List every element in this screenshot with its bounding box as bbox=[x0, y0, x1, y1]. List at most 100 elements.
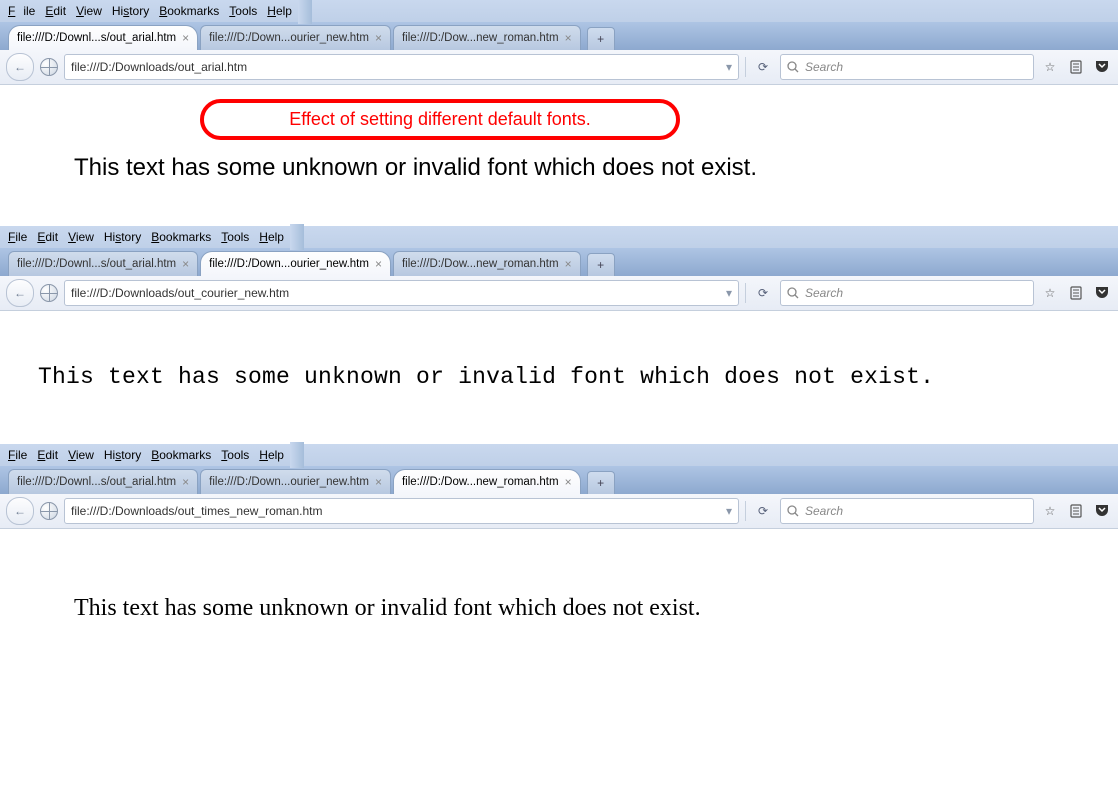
dropdown-icon[interactable]: ▾ bbox=[726, 60, 732, 74]
browser-window-times: File Edit View History Bookmarks Tools H… bbox=[0, 444, 1118, 792]
back-icon: ← bbox=[14, 286, 26, 300]
tab-courier[interactable]: file:///D:/Down...ourier_new.htm × bbox=[200, 469, 391, 494]
reload-button[interactable]: ⟳ bbox=[752, 56, 774, 78]
menu-bookmarks[interactable]: Bookmarks bbox=[147, 228, 215, 246]
close-icon[interactable]: × bbox=[565, 32, 572, 44]
browser-window-arial: File Edit View History Bookmarks Tools H… bbox=[0, 0, 1118, 226]
pocket-button[interactable] bbox=[1092, 283, 1112, 303]
close-icon[interactable]: × bbox=[182, 476, 189, 488]
menu-tools[interactable]: Tools bbox=[217, 228, 253, 246]
address-bar[interactable]: file:///D:/Downloads/out_times_new_roman… bbox=[64, 498, 739, 524]
tab-label: file:///D:/Downl...s/out_arial.htm bbox=[17, 32, 176, 44]
menu-history[interactable]: History bbox=[108, 2, 153, 20]
tab-label: file:///D:/Dow...new_roman.htm bbox=[402, 258, 559, 270]
back-icon: ← bbox=[14, 60, 26, 74]
menu-edge-shade bbox=[298, 0, 312, 24]
body-text-courier: This text has some unknown or invalid fo… bbox=[0, 364, 934, 390]
back-button[interactable]: ← bbox=[6, 497, 34, 525]
menu-history[interactable]: History bbox=[100, 446, 145, 464]
close-icon[interactable]: × bbox=[375, 32, 382, 44]
close-icon[interactable]: × bbox=[182, 32, 189, 44]
tab-label: file:///D:/Downl...s/out_arial.htm bbox=[17, 258, 176, 270]
reload-icon: ⟳ bbox=[758, 286, 768, 300]
clipboard-icon bbox=[1069, 504, 1083, 518]
reader-button[interactable] bbox=[1066, 501, 1086, 521]
reader-button[interactable] bbox=[1066, 57, 1086, 77]
tab-times[interactable]: file:///D:/Dow...new_roman.htm × bbox=[393, 25, 581, 50]
menu-history[interactable]: History bbox=[100, 228, 145, 246]
pocket-button[interactable] bbox=[1092, 501, 1112, 521]
site-identity-icon[interactable] bbox=[40, 58, 58, 76]
menu-bookmarks[interactable]: Bookmarks bbox=[147, 446, 215, 464]
tab-label: file:///D:/Down...ourier_new.htm bbox=[209, 476, 369, 488]
star-icon: ☆ bbox=[1045, 504, 1056, 518]
tab-times[interactable]: file:///D:/Dow...new_roman.htm × bbox=[393, 469, 581, 494]
close-icon[interactable]: × bbox=[375, 258, 382, 270]
menu-file[interactable]: File bbox=[4, 446, 31, 464]
bookmark-star-button[interactable]: ☆ bbox=[1040, 501, 1060, 521]
url-text: file:///D:/Downloads/out_courier_new.htm bbox=[71, 286, 289, 300]
tab-courier[interactable]: file:///D:/Down...ourier_new.htm × bbox=[200, 25, 391, 50]
back-button[interactable]: ← bbox=[6, 53, 34, 81]
menu-help[interactable]: Help bbox=[255, 228, 288, 246]
back-button[interactable]: ← bbox=[6, 279, 34, 307]
menu-file[interactable]: File bbox=[4, 228, 31, 246]
tab-label: file:///D:/Dow...new_roman.htm bbox=[402, 476, 559, 488]
search-placeholder: Search bbox=[805, 286, 843, 300]
callout-text: Effect of setting different default font… bbox=[289, 109, 591, 129]
plus-icon: + bbox=[597, 258, 604, 272]
search-box[interactable]: Search bbox=[780, 498, 1034, 524]
close-icon[interactable]: × bbox=[182, 258, 189, 270]
address-bar[interactable]: file:///D:/Downloads/out_arial.htm ▾ bbox=[64, 54, 739, 80]
star-icon: ☆ bbox=[1045, 286, 1056, 300]
close-icon[interactable]: × bbox=[565, 476, 572, 488]
tab-arial[interactable]: file:///D:/Downl...s/out_arial.htm × bbox=[8, 469, 198, 494]
bookmark-star-button[interactable]: ☆ bbox=[1040, 283, 1060, 303]
menu-view[interactable]: View bbox=[64, 228, 98, 246]
site-identity-icon[interactable] bbox=[40, 502, 58, 520]
reload-icon: ⟳ bbox=[758, 60, 768, 74]
menu-edit[interactable]: Edit bbox=[33, 446, 62, 464]
menu-file[interactable]: File bbox=[4, 2, 39, 20]
new-tab-button[interactable]: + bbox=[587, 471, 615, 494]
reload-button[interactable]: ⟳ bbox=[752, 500, 774, 522]
new-tab-button[interactable]: + bbox=[587, 27, 615, 50]
search-box[interactable]: Search bbox=[780, 280, 1034, 306]
search-placeholder: Search bbox=[805, 504, 843, 518]
pocket-button[interactable] bbox=[1092, 57, 1112, 77]
address-bar[interactable]: file:///D:/Downloads/out_courier_new.htm… bbox=[64, 280, 739, 306]
dropdown-icon[interactable]: ▾ bbox=[726, 504, 732, 518]
page-content-times: This text has some unknown or invalid fo… bbox=[0, 529, 1118, 791]
tab-label: file:///D:/Down...ourier_new.htm bbox=[209, 32, 369, 44]
tab-times[interactable]: file:///D:/Dow...new_roman.htm × bbox=[393, 251, 581, 276]
tab-courier[interactable]: file:///D:/Down...ourier_new.htm × bbox=[200, 251, 391, 276]
menu-view[interactable]: View bbox=[64, 446, 98, 464]
reload-button[interactable]: ⟳ bbox=[752, 282, 774, 304]
menu-help[interactable]: Help bbox=[263, 2, 296, 20]
menu-bar: File Edit View History Bookmarks Tools H… bbox=[0, 444, 1118, 466]
close-icon[interactable]: × bbox=[565, 258, 572, 270]
dropdown-icon[interactable]: ▾ bbox=[726, 286, 732, 300]
tab-strip: file:///D:/Downl...s/out_arial.htm × fil… bbox=[0, 22, 1118, 50]
menu-edge-shade bbox=[290, 442, 304, 468]
body-text-arial: This text has some unknown or invalid fo… bbox=[0, 154, 1118, 182]
menu-tools[interactable]: Tools bbox=[217, 446, 253, 464]
menu-bar: File Edit View History Bookmarks Tools H… bbox=[0, 226, 1118, 248]
menu-bookmarks[interactable]: Bookmarks bbox=[155, 2, 223, 20]
menu-view[interactable]: View bbox=[72, 2, 106, 20]
menu-help[interactable]: Help bbox=[255, 446, 288, 464]
close-icon[interactable]: × bbox=[375, 476, 382, 488]
plus-icon: + bbox=[597, 32, 604, 46]
tab-arial[interactable]: file:///D:/Downl...s/out_arial.htm × bbox=[8, 25, 198, 50]
menu-edit[interactable]: Edit bbox=[41, 2, 70, 20]
star-icon: ☆ bbox=[1045, 60, 1056, 74]
bookmark-star-button[interactable]: ☆ bbox=[1040, 57, 1060, 77]
menu-edit[interactable]: Edit bbox=[33, 228, 62, 246]
reader-button[interactable] bbox=[1066, 283, 1086, 303]
new-tab-button[interactable]: + bbox=[587, 253, 615, 276]
reload-icon: ⟳ bbox=[758, 504, 768, 518]
tab-arial[interactable]: file:///D:/Downl...s/out_arial.htm × bbox=[8, 251, 198, 276]
search-box[interactable]: Search bbox=[780, 54, 1034, 80]
site-identity-icon[interactable] bbox=[40, 284, 58, 302]
menu-tools[interactable]: Tools bbox=[225, 2, 261, 20]
